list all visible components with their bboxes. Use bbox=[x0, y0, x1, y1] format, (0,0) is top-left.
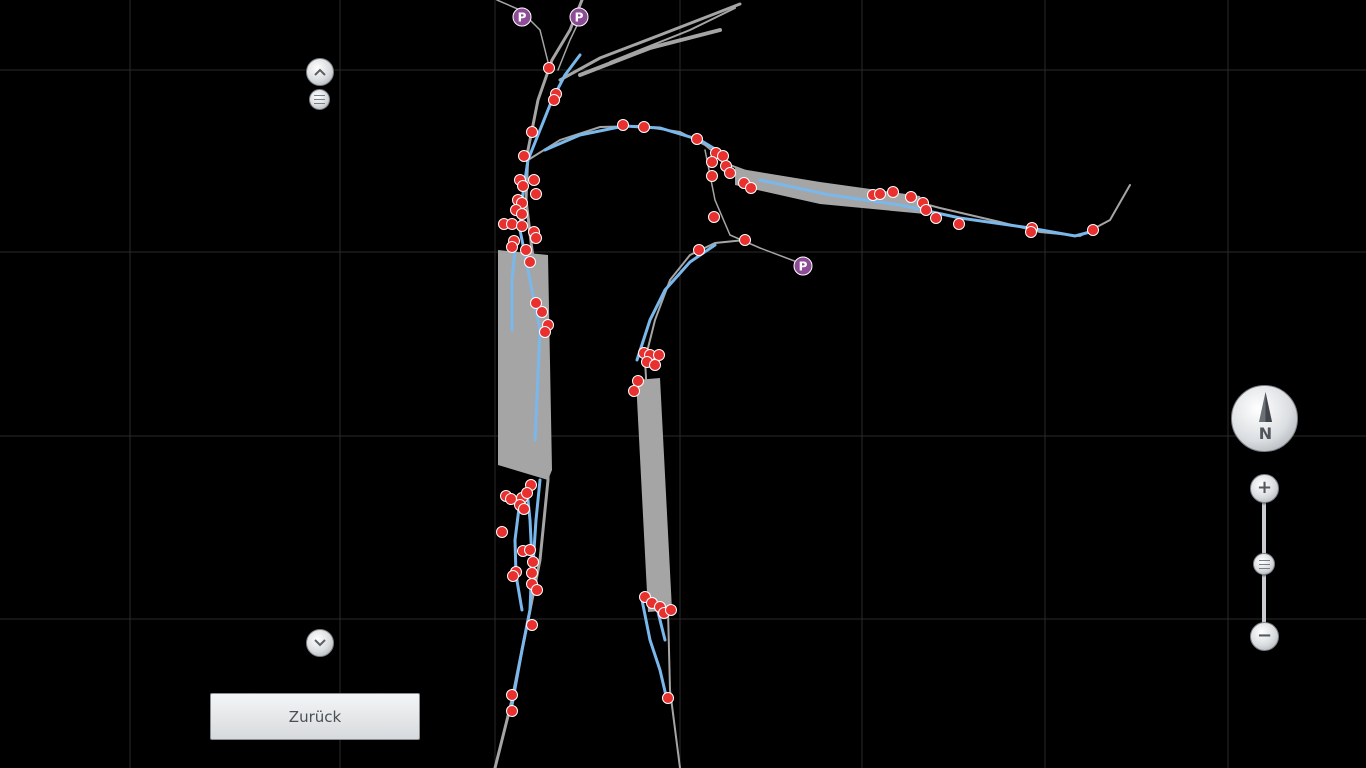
zoom-out-button[interactable]: − bbox=[1250, 622, 1279, 651]
stop-marker bbox=[739, 234, 751, 246]
stop-marker bbox=[527, 556, 539, 568]
stop-marker bbox=[520, 244, 532, 256]
stop-marker bbox=[516, 208, 528, 220]
stop-marker bbox=[887, 186, 899, 198]
parking-marker: P bbox=[512, 7, 532, 27]
track-yard bbox=[498, 250, 552, 480]
map-canvas[interactable]: P P P bbox=[0, 0, 1366, 768]
stop-marker bbox=[496, 526, 508, 538]
drag-handle-icon bbox=[1258, 559, 1270, 569]
track-line bbox=[609, 7, 736, 63]
track-line bbox=[578, 28, 722, 77]
stop-marker bbox=[526, 567, 538, 579]
minus-icon: − bbox=[1256, 625, 1273, 646]
track-line bbox=[527, 124, 1131, 238]
zoom-in-button[interactable]: + bbox=[1250, 474, 1279, 503]
stop-marker bbox=[653, 349, 665, 361]
stop-marker bbox=[693, 244, 705, 256]
stop-marker bbox=[691, 133, 703, 145]
stop-marker bbox=[506, 705, 518, 717]
stop-marker bbox=[706, 170, 718, 182]
stop-marker bbox=[638, 121, 650, 133]
parking-label: P bbox=[799, 260, 808, 274]
route-lines bbox=[510, 53, 1092, 707]
scroll-up-button[interactable] bbox=[306, 58, 334, 86]
compass-north-label: N bbox=[1258, 424, 1273, 443]
stop-marker bbox=[518, 503, 530, 515]
stop-marker bbox=[632, 375, 644, 387]
chevron-up-icon bbox=[314, 68, 326, 76]
stop-marker bbox=[874, 188, 886, 200]
stop-marker bbox=[617, 119, 629, 131]
stop-marker bbox=[628, 385, 640, 397]
zoom-slider-handle[interactable] bbox=[1253, 553, 1275, 575]
stop-marker bbox=[506, 218, 518, 230]
parking-marker: P bbox=[793, 256, 813, 276]
stop-markers bbox=[496, 62, 1099, 717]
stop-marker bbox=[530, 232, 542, 244]
stop-marker bbox=[953, 218, 965, 230]
stop-marker bbox=[543, 62, 555, 74]
scroll-down-button[interactable] bbox=[306, 629, 334, 657]
map-grid bbox=[0, 0, 1366, 768]
stop-marker bbox=[524, 256, 536, 268]
stop-marker bbox=[530, 188, 542, 200]
stop-marker bbox=[717, 150, 729, 162]
stop-marker bbox=[526, 126, 538, 138]
scroll-handle[interactable] bbox=[309, 89, 330, 110]
track-yard bbox=[636, 378, 672, 612]
stop-marker bbox=[745, 182, 757, 194]
stop-marker bbox=[706, 156, 718, 168]
stop-marker bbox=[528, 174, 540, 186]
stop-marker bbox=[516, 220, 528, 232]
parking-label: P bbox=[575, 11, 584, 25]
stop-marker bbox=[506, 689, 518, 701]
track-line bbox=[704, 149, 806, 266]
stop-marker bbox=[1025, 226, 1037, 238]
stop-marker bbox=[665, 604, 677, 616]
stop-marker bbox=[708, 211, 720, 223]
stop-marker bbox=[539, 326, 551, 338]
parking-marker: P bbox=[569, 7, 589, 27]
stop-marker bbox=[662, 692, 674, 704]
stop-marker bbox=[521, 487, 533, 499]
back-button[interactable]: Zurück bbox=[210, 693, 420, 740]
parking-label: P bbox=[518, 11, 527, 25]
stop-marker bbox=[531, 584, 543, 596]
track-network bbox=[493, 0, 1131, 768]
stop-marker bbox=[1087, 224, 1099, 236]
stop-marker bbox=[649, 359, 661, 371]
stop-marker bbox=[548, 94, 560, 106]
stop-marker bbox=[517, 180, 529, 192]
stop-marker bbox=[507, 570, 519, 582]
drag-handle-icon bbox=[314, 95, 325, 104]
stop-marker bbox=[524, 544, 536, 556]
stop-marker bbox=[526, 619, 538, 631]
chevron-down-icon bbox=[314, 639, 326, 647]
compass-button[interactable]: N bbox=[1231, 385, 1298, 452]
stop-marker bbox=[536, 306, 548, 318]
stop-marker bbox=[518, 150, 530, 162]
plus-icon: + bbox=[1256, 477, 1273, 498]
stop-marker bbox=[930, 212, 942, 224]
stop-marker bbox=[724, 167, 736, 179]
stop-marker bbox=[506, 241, 518, 253]
stop-marker bbox=[905, 191, 917, 203]
stop-marker bbox=[920, 204, 932, 216]
